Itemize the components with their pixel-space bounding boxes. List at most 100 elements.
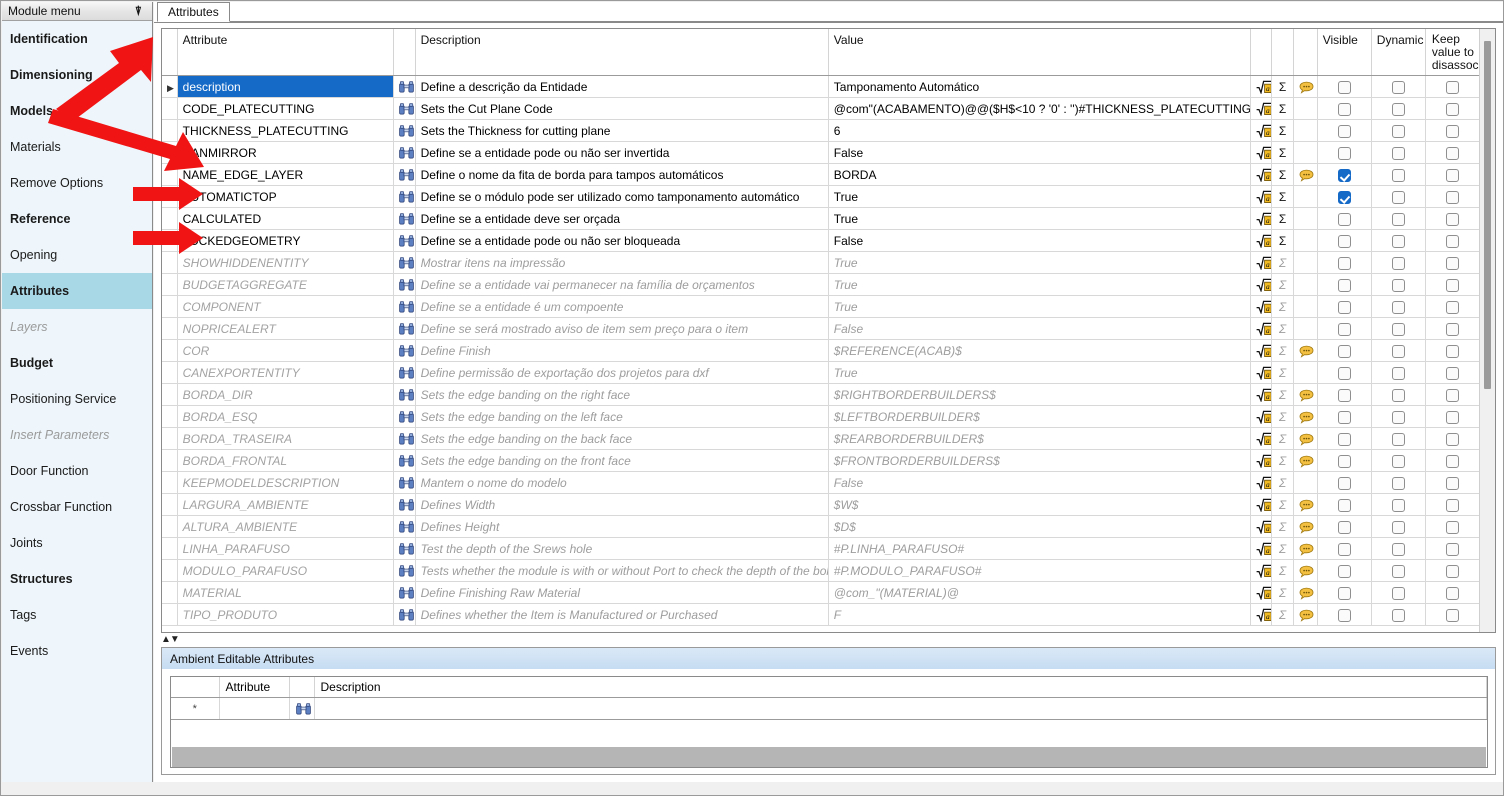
cell-description[interactable]: Mostrar itens na impressão xyxy=(415,252,828,274)
cell-description[interactable]: Define Finishing Raw Material xyxy=(415,582,828,604)
cell-attribute[interactable]: CALCULATED xyxy=(177,208,393,230)
cell-formula-button[interactable]: a xyxy=(1250,208,1272,230)
row-marker-cell[interactable] xyxy=(162,98,177,120)
comment-balloon-icon[interactable] xyxy=(1299,565,1314,578)
cell-binoculars[interactable] xyxy=(393,560,415,582)
cell-comment-button[interactable] xyxy=(1293,560,1317,582)
cell-binoculars[interactable] xyxy=(393,472,415,494)
cell-visible-checkbox[interactable] xyxy=(1317,142,1371,164)
cell-description[interactable]: Mantem o nome do modelo xyxy=(415,472,828,494)
cell-comment-button[interactable] xyxy=(1293,362,1317,384)
cell-comment-button[interactable] xyxy=(1293,516,1317,538)
cell-attribute[interactable]: BORDA_FRONTAL xyxy=(177,450,393,472)
cell-comment-button[interactable] xyxy=(1293,538,1317,560)
cell-visible-checkbox[interactable] xyxy=(1317,582,1371,604)
cell-binoculars[interactable] xyxy=(393,318,415,340)
row-marker-cell[interactable] xyxy=(162,296,177,318)
cell-visible-checkbox[interactable] xyxy=(1317,318,1371,340)
cell-visible-checkbox[interactable] xyxy=(1317,516,1371,538)
table-row[interactable]: ALTURA_AMBIENTEDefines Height$D$aΣ xyxy=(162,516,1480,538)
cell-dynamic-checkbox[interactable] xyxy=(1371,582,1425,604)
cell-formula-button[interactable]: a xyxy=(1250,494,1272,516)
ambient-column-header-description[interactable]: Description xyxy=(314,677,1487,698)
checkbox[interactable] xyxy=(1338,235,1351,248)
row-marker-cell[interactable] xyxy=(162,582,177,604)
cell-value[interactable]: $REFERENCE(ACAB)$ xyxy=(828,340,1250,362)
cell-keep-value-checkbox[interactable] xyxy=(1425,252,1479,274)
checkbox[interactable] xyxy=(1338,213,1351,226)
cell-value[interactable]: $W$ xyxy=(828,494,1250,516)
sidebar-item-tags[interactable]: Tags xyxy=(2,597,152,633)
cell-description[interactable]: Sets the edge banding on the front face xyxy=(415,450,828,472)
cell-formula-button[interactable]: a xyxy=(1250,428,1272,450)
table-row[interactable]: KEEPMODELDESCRIPTIONMantem o nome do mod… xyxy=(162,472,1480,494)
cell-description[interactable]: Define Finish xyxy=(415,340,828,362)
cell-dynamic-checkbox[interactable] xyxy=(1371,450,1425,472)
checkbox[interactable] xyxy=(1338,609,1351,622)
cell-dynamic-checkbox[interactable] xyxy=(1371,164,1425,186)
table-row[interactable]: CALCULATEDDefine se a entidade deve ser … xyxy=(162,208,1480,230)
cell-visible-checkbox[interactable] xyxy=(1317,186,1371,208)
row-marker-cell[interactable] xyxy=(162,428,177,450)
checkbox[interactable] xyxy=(1446,499,1459,512)
cell-value[interactable]: True xyxy=(828,252,1250,274)
comment-balloon-icon[interactable] xyxy=(1299,521,1314,534)
cell-description[interactable]: Define se a entidade é um compoente xyxy=(415,296,828,318)
cell-binoculars[interactable] xyxy=(393,384,415,406)
cell-description[interactable]: Define permissão de exportação dos proje… xyxy=(415,362,828,384)
row-marker-cell[interactable] xyxy=(162,208,177,230)
cell-sum-button[interactable]: Σ xyxy=(1272,362,1294,384)
cell-visible-checkbox[interactable] xyxy=(1317,164,1371,186)
cell-visible-checkbox[interactable] xyxy=(1317,120,1371,142)
checkbox[interactable] xyxy=(1338,389,1351,402)
checkbox[interactable] xyxy=(1392,609,1405,622)
row-marker-cell[interactable] xyxy=(162,604,177,626)
cell-value[interactable]: False xyxy=(828,142,1250,164)
cell-description[interactable]: Defines Height xyxy=(415,516,828,538)
checkbox[interactable] xyxy=(1446,235,1459,248)
row-marker-cell[interactable] xyxy=(162,538,177,560)
comment-balloon-icon[interactable] xyxy=(1299,411,1314,424)
cell-attribute[interactable]: BORDA_DIR xyxy=(177,384,393,406)
cell-binoculars[interactable] xyxy=(393,582,415,604)
cell-binoculars[interactable] xyxy=(393,76,415,98)
cell-formula-button[interactable]: a xyxy=(1250,516,1272,538)
cell-dynamic-checkbox[interactable] xyxy=(1371,142,1425,164)
cell-binoculars[interactable] xyxy=(393,340,415,362)
cell-keep-value-checkbox[interactable] xyxy=(1425,560,1479,582)
cell-keep-value-checkbox[interactable] xyxy=(1425,76,1479,98)
cell-sum-button[interactable]: Σ xyxy=(1272,604,1294,626)
table-row[interactable]: TIPO_PRODUTODefines whether the Item is … xyxy=(162,604,1480,626)
checkbox[interactable] xyxy=(1338,367,1351,380)
cell-dynamic-checkbox[interactable] xyxy=(1371,340,1425,362)
table-row[interactable]: NAME_EDGE_LAYERDefine o nome da fita de … xyxy=(162,164,1480,186)
cell-visible-checkbox[interactable] xyxy=(1317,208,1371,230)
table-row[interactable]: BORDA_DIRSets the edge banding on the ri… xyxy=(162,384,1480,406)
cell-keep-value-checkbox[interactable] xyxy=(1425,208,1479,230)
cell-sum-button[interactable]: Σ xyxy=(1272,516,1294,538)
column-header-visible[interactable]: Visible xyxy=(1317,29,1371,76)
cell-binoculars[interactable] xyxy=(393,494,415,516)
checkbox[interactable] xyxy=(1338,433,1351,446)
cell-comment-button[interactable] xyxy=(1293,384,1317,406)
cell-keep-value-checkbox[interactable] xyxy=(1425,186,1479,208)
cell-comment-button[interactable] xyxy=(1293,406,1317,428)
cell-value[interactable]: True xyxy=(828,186,1250,208)
checkbox[interactable] xyxy=(1338,345,1351,358)
checkbox[interactable] xyxy=(1446,345,1459,358)
table-row[interactable]: CANMIRRORDefine se a entidade pode ou nã… xyxy=(162,142,1480,164)
cell-dynamic-checkbox[interactable] xyxy=(1371,208,1425,230)
cell-sum-button[interactable]: Σ xyxy=(1272,428,1294,450)
cell-binoculars[interactable] xyxy=(393,208,415,230)
cell-description[interactable]: Sets the edge banding on the back face xyxy=(415,428,828,450)
cell-sum-button[interactable]: Σ xyxy=(1272,340,1294,362)
checkbox[interactable] xyxy=(1338,191,1351,204)
cell-keep-value-checkbox[interactable] xyxy=(1425,98,1479,120)
table-row[interactable]: BUDGETAGGREGATEDefine se a entidade vai … xyxy=(162,274,1480,296)
cell-dynamic-checkbox[interactable] xyxy=(1371,494,1425,516)
cell-binoculars[interactable] xyxy=(393,120,415,142)
cell-dynamic-checkbox[interactable] xyxy=(1371,76,1425,98)
comment-balloon-icon[interactable] xyxy=(1299,455,1314,468)
cell-value[interactable]: #P.MODULO_PARAFUSO# xyxy=(828,560,1250,582)
cell-dynamic-checkbox[interactable] xyxy=(1371,98,1425,120)
